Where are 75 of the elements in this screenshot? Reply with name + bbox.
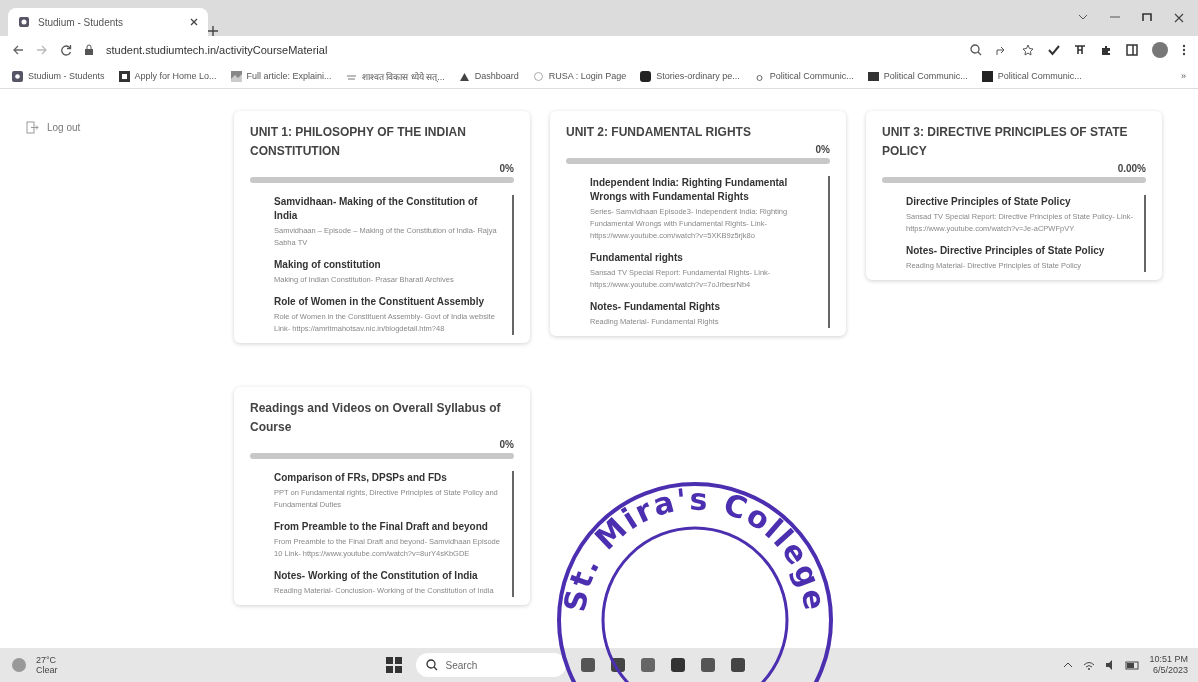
taskbar-search-field[interactable]: Search [415, 653, 566, 677]
material-title[interactable]: From Preamble to the Final Draft and beyond [274, 520, 502, 534]
temperature: 27°C [36, 655, 58, 665]
bookmark[interactable]: Apply for Home Lo... [118, 70, 217, 82]
avatar-icon[interactable] [1152, 42, 1168, 58]
progress-percent: 0.00% [1116, 163, 1146, 174]
bookmark[interactable]: RUSA : Login Page [532, 70, 627, 82]
material-title[interactable]: Notes- Working of the Constitution of India [274, 569, 502, 583]
material-title[interactable]: Notes- Fundamental Rights [590, 300, 818, 314]
bookmark[interactable]: Dashboard [458, 70, 519, 82]
taskbar-app-icon[interactable] [729, 657, 746, 673]
material-title[interactable]: Independent India: Righting Fundamental Wrongs with Fundamental Rights [590, 176, 818, 204]
more-bookmarks-chevron[interactable]: » [1181, 71, 1186, 81]
material-title[interactable]: Samvidhaan- Making of the Constitution of India [274, 195, 502, 223]
close-icon[interactable] [1174, 13, 1184, 23]
progress-percent: 0% [498, 163, 514, 174]
close-icon[interactable] [190, 18, 198, 26]
new-tab-icon[interactable] [208, 26, 218, 36]
maximize-icon[interactable] [1142, 13, 1152, 22]
lock-icon [84, 44, 94, 56]
bookmark-favicon-icon [118, 70, 130, 82]
material-title[interactable]: Comparison of FRs, DPSPs and FDs [274, 471, 502, 485]
browser-tab[interactable]: Studium - Students [8, 8, 208, 36]
wifi-icon[interactable] [1083, 659, 1096, 671]
windows-start-icon[interactable] [385, 657, 402, 673]
bookmark-favicon-icon [981, 70, 993, 82]
bookmark-favicon-icon [640, 70, 652, 82]
taskbar-app-icon[interactable] [699, 657, 716, 673]
bookmark[interactable]: Political Communic... [981, 70, 1082, 82]
bookmark[interactable]: Full article: Explaini... [230, 70, 332, 82]
url-text[interactable]: student.studiumtech.in/activityCourseMaterial [106, 44, 958, 56]
material-title[interactable]: Role of Women in the Constituent Assembly [274, 295, 502, 309]
bookmark[interactable]: शाश्वत विकास ध्येये सत्... [345, 69, 445, 83]
material-title[interactable]: Making of constitution [274, 258, 502, 272]
back-arrow-icon[interactable] [12, 44, 24, 56]
bookmark[interactable]: Political Communic... [753, 70, 854, 82]
bookmark-favicon-icon [12, 70, 23, 82]
side-panel-icon[interactable] [1126, 44, 1138, 56]
logout-icon [26, 121, 39, 134]
taskbar-app-icon[interactable] [579, 657, 596, 673]
clock-time[interactable]: 10:51 PM [1149, 654, 1188, 665]
puzzle-icon[interactable] [1100, 44, 1112, 56]
search-icon [425, 659, 438, 671]
chevron-up-icon[interactable] [1063, 661, 1074, 669]
unit-title: UNIT 3: DIRECTIVE PRINCIPLES OF STATE POLICY [882, 124, 1129, 160]
progress-percent: 0% [814, 144, 830, 155]
taskbar-app-icon[interactable] [639, 657, 656, 673]
clock-date[interactable]: 6/5/2023 [1152, 665, 1188, 676]
material-title[interactable]: Directive Principles of State Policy [906, 195, 1134, 209]
battery-icon[interactable] [1125, 659, 1140, 671]
bookmark-favicon-icon [458, 70, 470, 82]
bookmark-favicon-icon [230, 70, 242, 82]
unit-title: UNIT 1: PHILOSOPHY OF THE INDIAN CONSTITUTION [250, 124, 467, 160]
star-icon[interactable] [1022, 44, 1034, 56]
material-title[interactable]: Fundamental rights [590, 251, 818, 265]
taskbar-app-icon[interactable] [669, 657, 686, 673]
unit-title: Readings and Videos on Overall Syllabus of Course [250, 400, 502, 436]
weather-icon [10, 656, 28, 674]
page-icon [18, 16, 30, 28]
checkmark-icon[interactable] [1048, 44, 1060, 56]
bookmark[interactable]: Stories-ordinary pe... [640, 70, 740, 82]
material-title[interactable]: Notes- Directive Principles of State Policy [906, 244, 1134, 258]
zoom-icon[interactable] [970, 44, 982, 56]
reload-icon[interactable] [60, 44, 72, 56]
logout-button[interactable]: Log out [26, 121, 81, 134]
progress-percent: 0% [498, 439, 514, 450]
bookmark-favicon-icon [532, 70, 544, 82]
translate-icon[interactable] [1074, 44, 1086, 56]
menu-icon[interactable] [1182, 44, 1186, 56]
bookmark-favicon-icon [867, 70, 879, 82]
bookmark[interactable]: Studium - Students [12, 70, 105, 82]
bookmark[interactable]: Political Communic... [867, 70, 968, 82]
weather-condition: Clear [36, 665, 58, 675]
chevron-down-icon[interactable] [1078, 13, 1088, 21]
unit-title: UNIT 2: FUNDAMENTAL RIGHTS [566, 124, 752, 141]
